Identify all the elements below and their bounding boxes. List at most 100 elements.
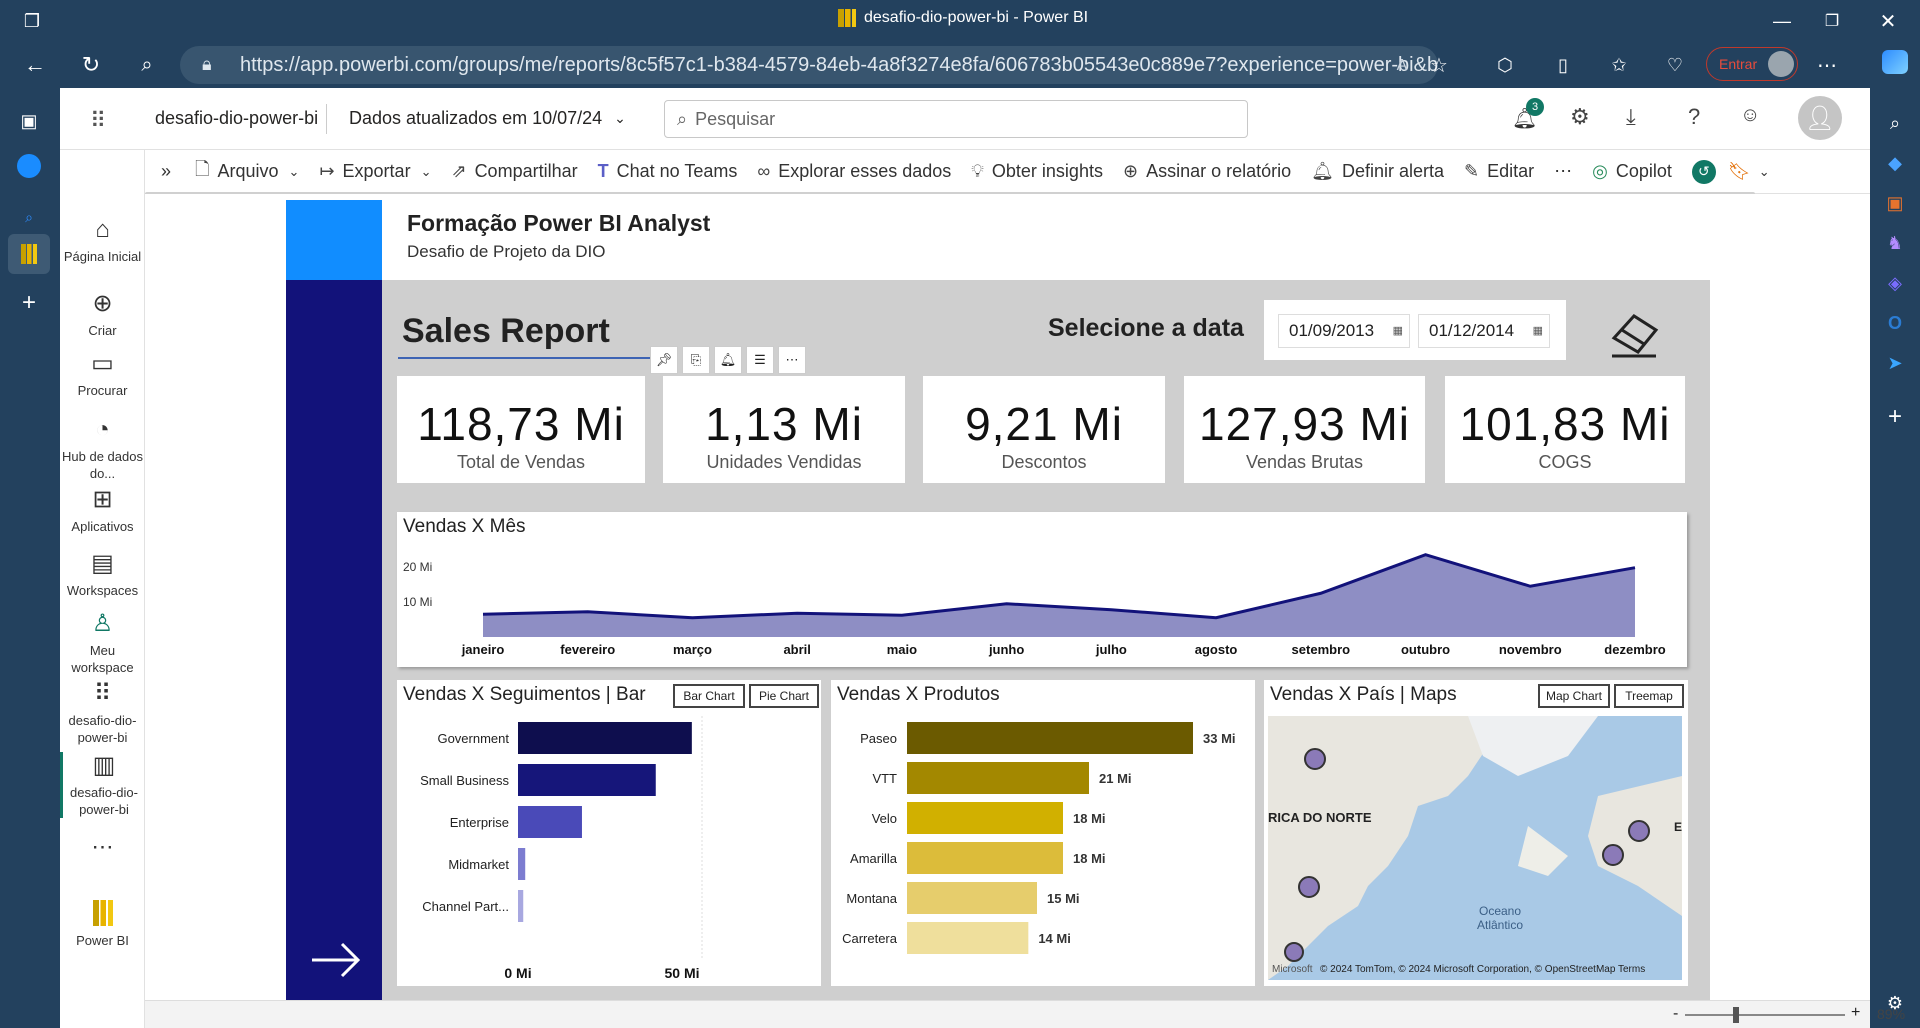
nav-item-1[interactable]: ⊕ Criar — [60, 290, 145, 339]
nav-item-3[interactable]: ◔ Hub de dados do... — [60, 416, 145, 482]
teams-chat-button[interactable]: T Chat no Teams — [598, 161, 738, 182]
feedback-icon[interactable]: ☺ — [1740, 104, 1760, 127]
bar[interactable] — [907, 842, 1063, 874]
export-menu[interactable]: ↦ Exportar ⌄ — [319, 161, 431, 182]
read-aloud-icon[interactable]: A — [1390, 54, 1414, 78]
address-bar[interactable]: 🔒︎ https://app.powerbi.com/groups/me/rep… — [180, 46, 1438, 84]
zoom-out-icon[interactable]: - — [1673, 1005, 1678, 1023]
eraser-icon[interactable] — [1608, 306, 1664, 358]
bar[interactable] — [907, 922, 1029, 954]
shopping-tag-icon[interactable]: ◆ — [1880, 148, 1910, 178]
next-page-arrow-icon[interactable] — [308, 940, 364, 980]
bar[interactable] — [518, 722, 692, 754]
search-tab-icon[interactable]: ⌕ — [14, 202, 44, 232]
file-menu[interactable]: 🗋︎ Arquivo ⌄ — [195, 157, 299, 187]
bar[interactable] — [518, 764, 656, 796]
bar[interactable] — [907, 762, 1089, 794]
kpi-card-cogs[interactable]: 101,83 Mi COGS — [1445, 376, 1685, 483]
restore-icon[interactable]: ❐ — [1812, 6, 1852, 36]
bar[interactable] — [518, 848, 526, 880]
more-nav-icon[interactable]: ⋯ — [60, 836, 145, 858]
zoom-slider[interactable] — [1685, 1014, 1845, 1016]
tab-actions-icon[interactable]: ❐ — [18, 8, 46, 34]
nav-item-4[interactable]: ⊞ Aplicativos — [60, 486, 145, 535]
send-icon[interactable]: ➤ — [1880, 348, 1910, 378]
nav-item-6[interactable]: ♙ Meu workspace — [60, 610, 145, 676]
treemap-button[interactable]: Treemap — [1614, 684, 1684, 708]
help-icon[interactable]: ? — [1688, 104, 1700, 130]
data-updated-dropdown[interactable]: Dados atualizados em 10/07/24 ⌄ — [349, 108, 626, 129]
chevron-down-icon[interactable]: ⌄ — [1759, 164, 1770, 180]
outlook-icon[interactable]: O — [1880, 308, 1910, 338]
favorite-star-icon[interactable]: ☆ — [1424, 50, 1454, 80]
new-tab-icon[interactable]: + — [14, 288, 44, 318]
copy-icon[interactable]: ⎘ — [682, 346, 710, 374]
share-button[interactable]: ⇗ Compartilhar — [451, 161, 577, 182]
powerbi-tab[interactable] — [8, 234, 50, 274]
sales-by-month-chart[interactable]: Vendas X Mês 20 Mi 10 Mi janeiro fevereiro m… — [397, 512, 1687, 667]
browser-essentials-icon[interactable]: ♡ — [1660, 50, 1690, 80]
search-icon[interactable]: ⌕ — [130, 50, 164, 80]
app-launcher-icon[interactable]: ⠿ — [90, 108, 108, 134]
kpi-card-gross-sales[interactable]: 127,93 Mi Vendas Brutas — [1184, 376, 1425, 483]
profile-button[interactable]: Entrar — [1706, 47, 1798, 81]
back-icon[interactable]: ← — [18, 50, 52, 80]
games-icon[interactable]: ♞ — [1880, 228, 1910, 258]
copilot-button[interactable]: ◎ Copilot — [1592, 161, 1672, 182]
nav-item-7[interactable]: ⠿ desafio-dio-power-bi — [60, 680, 145, 746]
pin-icon[interactable]: 📌︎ — [650, 346, 678, 374]
more-options-icon[interactable]: ⋯ — [778, 346, 806, 374]
bar[interactable] — [518, 806, 582, 838]
map-bubble[interactable] — [1304, 748, 1326, 770]
more-options-icon[interactable]: ⋯ — [1554, 161, 1572, 182]
download-icon[interactable]: ⤓ — [1626, 104, 1636, 130]
nav-item-2[interactable]: ▭ Procurar — [60, 350, 145, 399]
edge-tab-icon[interactable] — [17, 154, 41, 178]
kpi-card-total-sales[interactable]: 118,73 Mi Total de Vendas — [397, 376, 645, 483]
map-bubble[interactable] — [1284, 942, 1304, 962]
map-bubble[interactable] — [1602, 844, 1624, 866]
more-options-icon[interactable]: ⋯ — [1812, 50, 1842, 80]
map-bubble[interactable] — [1628, 820, 1650, 842]
minimize-icon[interactable]: — — [1762, 6, 1802, 36]
nav-item-0[interactable]: ⌂ Página Inicial — [60, 216, 145, 265]
favorites-icon[interactable]: ✩ — [1604, 50, 1634, 80]
explore-data-button[interactable]: ∞ Explorar esses dados — [757, 161, 951, 182]
search-input[interactable]: ⌕ Pesquisar — [664, 100, 1248, 138]
extensions-icon[interactable]: ⬡ — [1490, 50, 1520, 80]
nav-item-5[interactable]: ▤ Workspaces — [60, 550, 145, 599]
reset-icon[interactable]: ↺ — [1691, 159, 1716, 184]
date-to-input[interactable]: 01/12/2014 ▦ — [1418, 314, 1550, 348]
sales-by-segment-chart[interactable]: Vendas X Seguimentos | Bar Bar Chart Pie… — [397, 680, 821, 986]
refresh-icon[interactable]: ↻ — [74, 50, 108, 80]
bar[interactable] — [907, 722, 1193, 754]
expand-pane-icon[interactable]: » — [161, 161, 171, 182]
close-icon[interactable]: ✕ — [1868, 6, 1908, 36]
map-chart-button[interactable]: Map Chart — [1538, 684, 1610, 708]
split-screen-icon[interactable]: ▯ — [1548, 50, 1578, 80]
filter-icon[interactable]: ☰ — [746, 346, 774, 374]
sales-by-product-chart[interactable]: Vendas X Produtos Paseo 33 Mi VTT 21 Mi Velo… — [831, 680, 1255, 986]
edit-button[interactable]: ✎ Editar — [1464, 161, 1534, 182]
insights-button[interactable]: 💡︎ Obter insights — [971, 161, 1103, 182]
settings-gear-icon[interactable]: ⚙ — [1570, 104, 1590, 130]
copilot-icon[interactable] — [1882, 50, 1908, 74]
kpi-card-discounts[interactable]: 9,21 Mi Descontos — [923, 376, 1165, 483]
search-icon[interactable]: ⌕ — [1880, 108, 1910, 138]
subscribe-button[interactable]: ⊕ Assinar o relatório — [1123, 161, 1291, 182]
date-from-input[interactable]: 01/09/2013 ▦ — [1278, 314, 1410, 348]
nav-item-9[interactable]: Power BI — [60, 900, 145, 949]
alert-icon[interactable]: 🔔︎ — [714, 346, 742, 374]
tools-icon[interactable]: ▣ — [1880, 188, 1910, 218]
notifications-bell-icon[interactable]: 🔔︎ 3 — [1512, 98, 1544, 131]
bar[interactable] — [907, 802, 1063, 834]
kpi-card-units-sold[interactable]: 1,13 Mi Unidades Vendidas — [663, 376, 905, 483]
bookmark-icon[interactable]: 🔖︎ — [1728, 161, 1751, 182]
zoom-thumb[interactable] — [1733, 1007, 1739, 1023]
map-canvas[interactable]: RICA DO NORTE Oceano Atlântico E Microso… — [1268, 716, 1682, 980]
microsoft365-icon[interactable]: ◈ — [1880, 268, 1910, 298]
workspace-breadcrumb[interactable]: desafio-dio-power-bi — [155, 108, 318, 129]
set-alert-button[interactable]: 🔔︎ Definir alerta — [1311, 161, 1444, 182]
zoom-in-icon[interactable]: + — [1851, 1004, 1860, 1022]
bar[interactable] — [518, 890, 524, 922]
